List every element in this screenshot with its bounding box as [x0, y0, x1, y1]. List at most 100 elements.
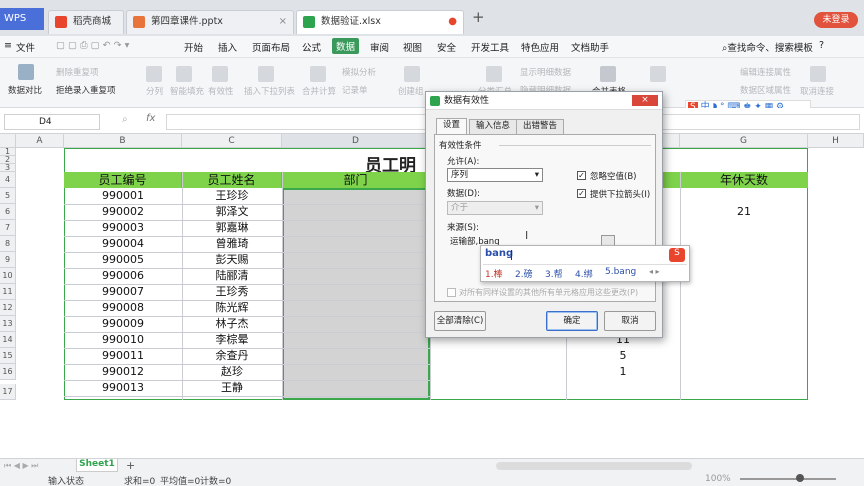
- menu-devtools[interactable]: 开发工具: [471, 40, 509, 54]
- menu-insert[interactable]: 插入: [218, 40, 237, 54]
- menu-security[interactable]: 安全: [437, 40, 456, 54]
- fx-icon[interactable]: fx: [146, 113, 155, 124]
- insert-dropdown-button[interactable]: 插入下拉列表: [244, 85, 295, 97]
- cell-employee-name[interactable]: 彭天赐: [182, 252, 282, 268]
- cell-employee-name[interactable]: 曾雅琦: [182, 236, 282, 252]
- cell-employee-id[interactable]: 990006: [64, 268, 182, 284]
- menu-view[interactable]: 视图: [403, 40, 422, 54]
- validity-button[interactable]: 有效性: [208, 85, 234, 97]
- allow-select[interactable]: 序列 ▾: [447, 168, 543, 182]
- split-button[interactable]: 分列: [146, 85, 163, 97]
- wps-logo[interactable]: WPS: [0, 8, 44, 30]
- col-header[interactable]: G: [680, 134, 808, 148]
- cell-employee-name[interactable]: 林子杰: [182, 316, 282, 332]
- new-tab-button[interactable]: +: [472, 8, 485, 26]
- clear-all-button[interactable]: 全部清除(C): [434, 311, 486, 331]
- col-header[interactable]: H: [808, 134, 864, 148]
- cell-value[interactable]: 5: [566, 348, 680, 364]
- cancel-connection-button[interactable]: 取消连接: [800, 85, 834, 97]
- consolidate-button[interactable]: 合并计算: [302, 85, 336, 97]
- what-if-button[interactable]: 模拟分析: [342, 66, 376, 78]
- candidate-3[interactable]: 3.帮: [545, 267, 563, 280]
- smart-fill-button[interactable]: 智能填充: [170, 85, 204, 97]
- sheet-tab[interactable]: Sheet1: [76, 459, 118, 472]
- add-sheet-button[interactable]: +: [126, 459, 135, 472]
- name-box[interactable]: D4: [4, 114, 100, 130]
- login-button[interactable]: 未登录: [814, 12, 858, 28]
- horizontal-scrollbar[interactable]: [496, 462, 692, 470]
- cell-employee-name[interactable]: 李棕晕: [182, 332, 282, 348]
- data-range-button[interactable]: 数据区域属性: [740, 84, 791, 96]
- cell-employee-name[interactable]: 陆郦清: [182, 268, 282, 284]
- zoom-handle[interactable]: [796, 474, 804, 482]
- cell-employee-id[interactable]: 990011: [64, 348, 182, 364]
- cell-employee-id[interactable]: 990013: [64, 380, 182, 396]
- header-leave[interactable]: 年休天数: [680, 172, 808, 188]
- row-header[interactable]: 11: [0, 284, 16, 300]
- tab-store[interactable]: 稻壳商城: [48, 10, 124, 34]
- cell-employee-name[interactable]: 王珍秀: [182, 284, 282, 300]
- col-header[interactable]: D: [282, 134, 430, 148]
- remove-duplicates-button[interactable]: 删除重复项: [56, 66, 99, 78]
- menu-review[interactable]: 审阅: [370, 40, 389, 54]
- col-header[interactable]: B: [64, 134, 182, 148]
- col-header[interactable]: C: [182, 134, 282, 148]
- header-dept[interactable]: 部门: [282, 172, 430, 188]
- close-icon[interactable]: ×: [279, 11, 287, 33]
- candidate-5[interactable]: 5.bang: [605, 267, 636, 277]
- cell-employee-id[interactable]: 990002: [64, 204, 182, 220]
- create-group-button[interactable]: 创建组: [398, 85, 424, 97]
- menu-features[interactable]: 特色应用: [521, 40, 559, 54]
- edit-connection-button[interactable]: 编辑连接属性: [740, 66, 791, 78]
- tab-settings[interactable]: 设置: [436, 118, 468, 134]
- apply-all-checkbox[interactable]: [447, 288, 456, 297]
- cell-leave-days[interactable]: 21: [680, 204, 808, 220]
- menu-file[interactable]: 文件: [16, 40, 35, 54]
- row-header[interactable]: 10: [0, 268, 16, 284]
- page-arrows-icon[interactable]: ◂ ▸: [649, 267, 660, 276]
- dropdown-arrow-checkbox[interactable]: ✓: [577, 189, 586, 198]
- cell-employee-id[interactable]: 990008: [64, 300, 182, 316]
- cell-employee-id[interactable]: 990004: [64, 236, 182, 252]
- row-header[interactable]: 12: [0, 300, 16, 316]
- sheet-nav-icons[interactable]: ⏮ ◀ ▶ ⏭: [4, 461, 38, 471]
- tab-xlsx[interactable]: 数据验证.xlsx ●: [296, 10, 464, 34]
- cancel-button[interactable]: 取消: [604, 311, 656, 331]
- candidate-4[interactable]: 4.绑: [575, 267, 593, 280]
- zoom-level[interactable]: 100%: [705, 474, 731, 484]
- cell-employee-id[interactable]: 990009: [64, 316, 182, 332]
- select-all[interactable]: [0, 134, 16, 148]
- cell-employee-id[interactable]: 990007: [64, 284, 182, 300]
- data-select[interactable]: 介于 ▾: [447, 201, 543, 215]
- candidate-2[interactable]: 2.磅: [515, 267, 533, 280]
- cell-employee-name[interactable]: 余查丹: [182, 348, 282, 364]
- cell-employee-name[interactable]: 赵珍: [182, 364, 282, 380]
- zoom-slider[interactable]: [740, 478, 836, 480]
- row-header[interactable]: 14: [0, 332, 16, 348]
- menu-formula[interactable]: 公式: [302, 40, 321, 54]
- cell-employee-name[interactable]: 王珍珍: [182, 188, 282, 204]
- close-icon[interactable]: ×: [632, 95, 658, 106]
- menu-assistant[interactable]: 文档助手: [571, 40, 609, 54]
- ignore-blank-checkbox[interactable]: ✓: [577, 171, 586, 180]
- record-form-button[interactable]: 记录单: [342, 84, 368, 96]
- cell-employee-id[interactable]: 990012: [64, 364, 182, 380]
- dialog-titlebar[interactable]: 数据有效性 ×: [426, 92, 662, 110]
- row-header[interactable]: 13: [0, 316, 16, 332]
- menu-layout[interactable]: 页面布局: [252, 40, 290, 54]
- quick-access-icons[interactable]: ▢ ▢ ⎙ ▢ ↶ ↷ ▾: [56, 40, 129, 51]
- row-header[interactable]: 8: [0, 236, 16, 252]
- menu-data[interactable]: 数据: [332, 38, 360, 54]
- cell-employee-id[interactable]: 990003: [64, 220, 182, 236]
- tab-input-info[interactable]: 输入信息: [469, 119, 518, 134]
- reject-duplicates-button[interactable]: 拒绝录入重复项: [56, 84, 116, 96]
- cell-employee-id[interactable]: 990010: [64, 332, 182, 348]
- menu-icon[interactable]: ≡: [4, 40, 12, 51]
- header-id[interactable]: 员工编号: [64, 172, 182, 188]
- row-header[interactable]: 6: [0, 204, 16, 220]
- search-command[interactable]: ⌕查找命令、搜索模板: [722, 40, 813, 54]
- cell-employee-id[interactable]: 990005: [64, 252, 182, 268]
- row-header[interactable]: 15: [0, 348, 16, 364]
- header-name[interactable]: 员工姓名: [182, 172, 282, 188]
- col-header[interactable]: A: [16, 134, 64, 148]
